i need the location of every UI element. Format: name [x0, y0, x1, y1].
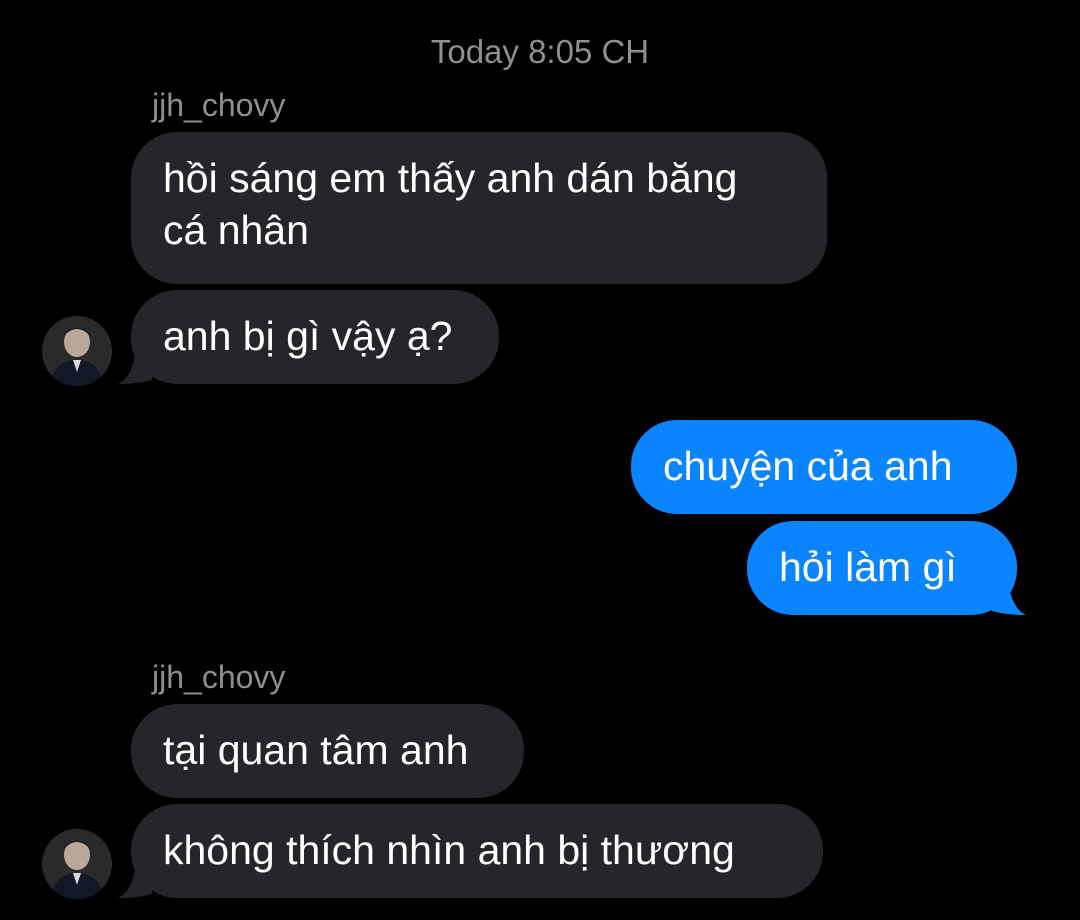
incoming-message-bubble[interactable]: tại quan tâm anh [131, 704, 524, 798]
incoming-bubble-tail [118, 864, 152, 898]
contact-avatar[interactable] [42, 829, 112, 899]
incoming-message-bubble[interactable]: hồi sáng em thấy anh dán băng cá nhân [131, 132, 827, 284]
sender-name: jjh_chovy [152, 659, 286, 695]
message-timestamp: Today 8:05 CH [430, 33, 650, 70]
avatar-photo-icon [42, 316, 112, 386]
sender-name: jjh_chovy [152, 87, 286, 123]
incoming-message-bubble[interactable]: anh bị gì vậy ạ? [131, 290, 499, 384]
incoming-bubble-tail [118, 350, 152, 384]
outgoing-message-bubble[interactable]: chuyện của anh [631, 420, 1017, 514]
contact-avatar[interactable] [42, 316, 112, 386]
outgoing-bubble-tail [992, 581, 1026, 615]
outgoing-message-bubble[interactable]: hỏi làm gì [747, 521, 1017, 615]
incoming-message-bubble[interactable]: không thích nhìn anh bị thương [131, 804, 823, 898]
avatar-photo-icon [42, 829, 112, 899]
